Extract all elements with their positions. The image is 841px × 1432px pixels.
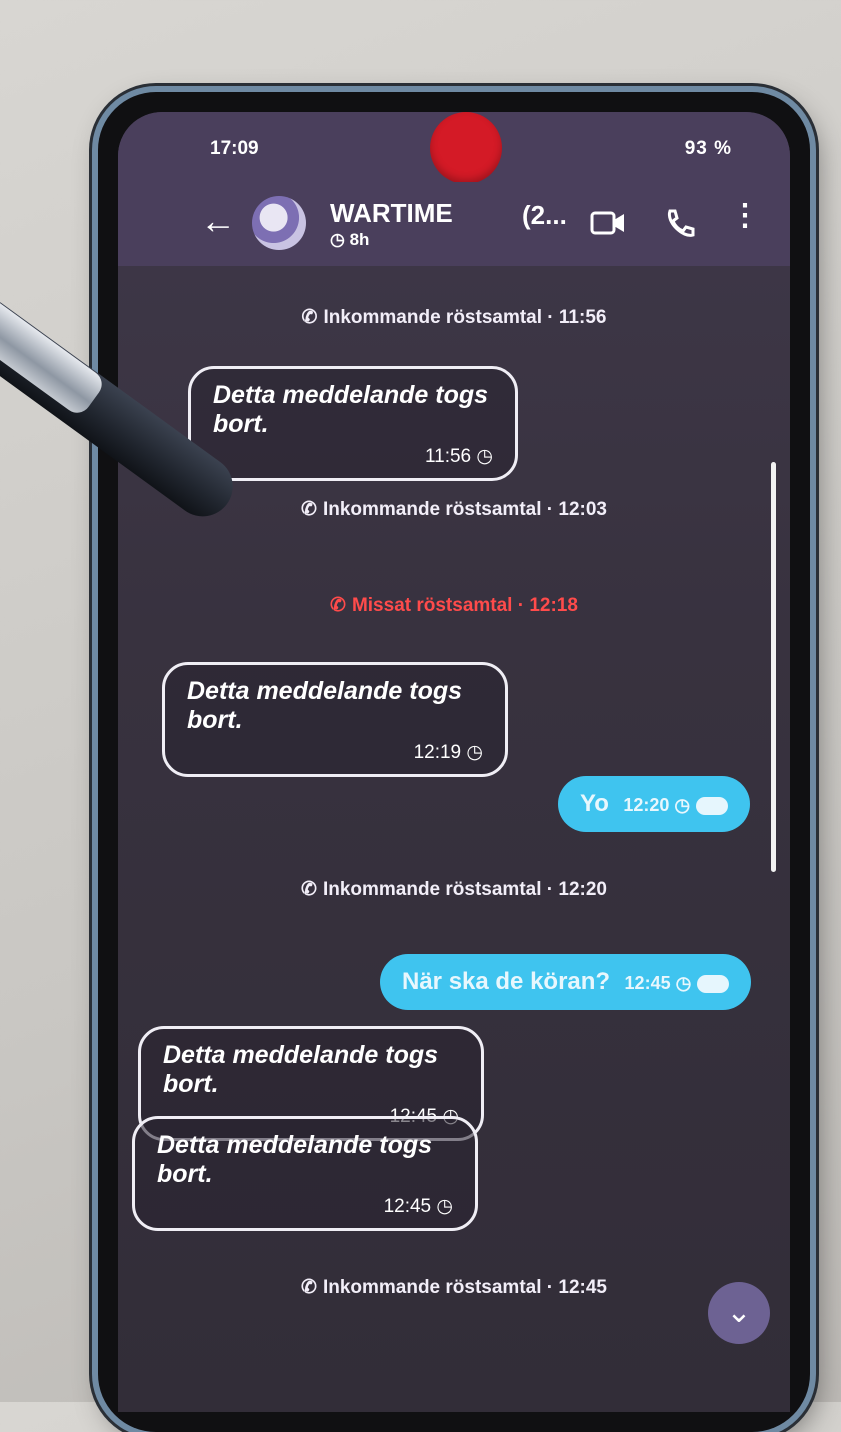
phone-icon: ✆ — [301, 1277, 317, 1298]
chevron-down-icon: ⌄ — [726, 1296, 752, 1329]
status-battery: 93 % — [684, 138, 732, 159]
phone-missed-icon: ✆ — [330, 595, 346, 616]
message-bubble[interactable]: Detta meddelande togs bort. 12:19 ◷ — [162, 662, 508, 777]
system-message: ✆ Inkommande röstsamtal · 12:45 — [301, 1277, 607, 1298]
avatar[interactable] — [252, 196, 306, 250]
video-icon[interactable] — [590, 208, 626, 243]
clock-icon: ◷ — [436, 1196, 453, 1217]
phone-icon: ✆ — [301, 307, 318, 328]
system-message: ✆ Inkommande röstsamtal · 11:56 — [301, 307, 607, 328]
missed-call-message: ✆ Missat röstsamtal · 12:18 — [330, 595, 578, 616]
clock-icon: ◷ — [476, 446, 493, 467]
status-time: 17:09 — [210, 138, 259, 159]
chat-title[interactable]: WARTIME — [330, 198, 453, 229]
arrow-left-icon[interactable]: ← — [200, 200, 236, 242]
pen-tip — [0, 269, 108, 419]
message-bubble[interactable]: Detta meddelande togs bort. 12:45 ◷ — [132, 1116, 478, 1231]
timer-icon: ◷ — [330, 230, 350, 249]
app-bar: ← WARTIME ◷ 8h (2... ⋮ — [118, 182, 790, 266]
system-message: ✆ Inkommande röstsamtal · 12:20 — [301, 879, 607, 900]
disappearing-timer: ◷ 8h — [330, 230, 370, 249]
phone-icon[interactable] — [663, 208, 695, 245]
scroll-down-button[interactable]: ⌄ — [708, 1282, 770, 1344]
message-list[interactable]: ✆ Inkommande röstsamtal · 11:56 Detta med… — [118, 266, 790, 1412]
message-bubble-outgoing[interactable]: Yo 12:20 ◷ — [558, 776, 751, 832]
group-count: (2... — [522, 200, 567, 230]
clock-icon: ◷ — [466, 742, 483, 763]
phone-screen: 17:09 93 % ← WARTIME ◷ 8h (2... ⋮ ✆ Inkom… — [118, 112, 790, 1412]
phone-icon: ✆ — [301, 499, 317, 520]
scrollbar[interactable] — [771, 462, 776, 872]
more-vertical-icon[interactable]: ⋮ — [730, 198, 760, 233]
camera-overlay — [430, 112, 502, 184]
message-bubble-outgoing[interactable]: När ska de köran? 12:45 ◷ — [380, 954, 752, 1010]
phone-icon: ✆ — [301, 879, 317, 900]
message-bubble[interactable]: Detta meddelande togs bort. 11:56 ◷ — [188, 366, 518, 481]
